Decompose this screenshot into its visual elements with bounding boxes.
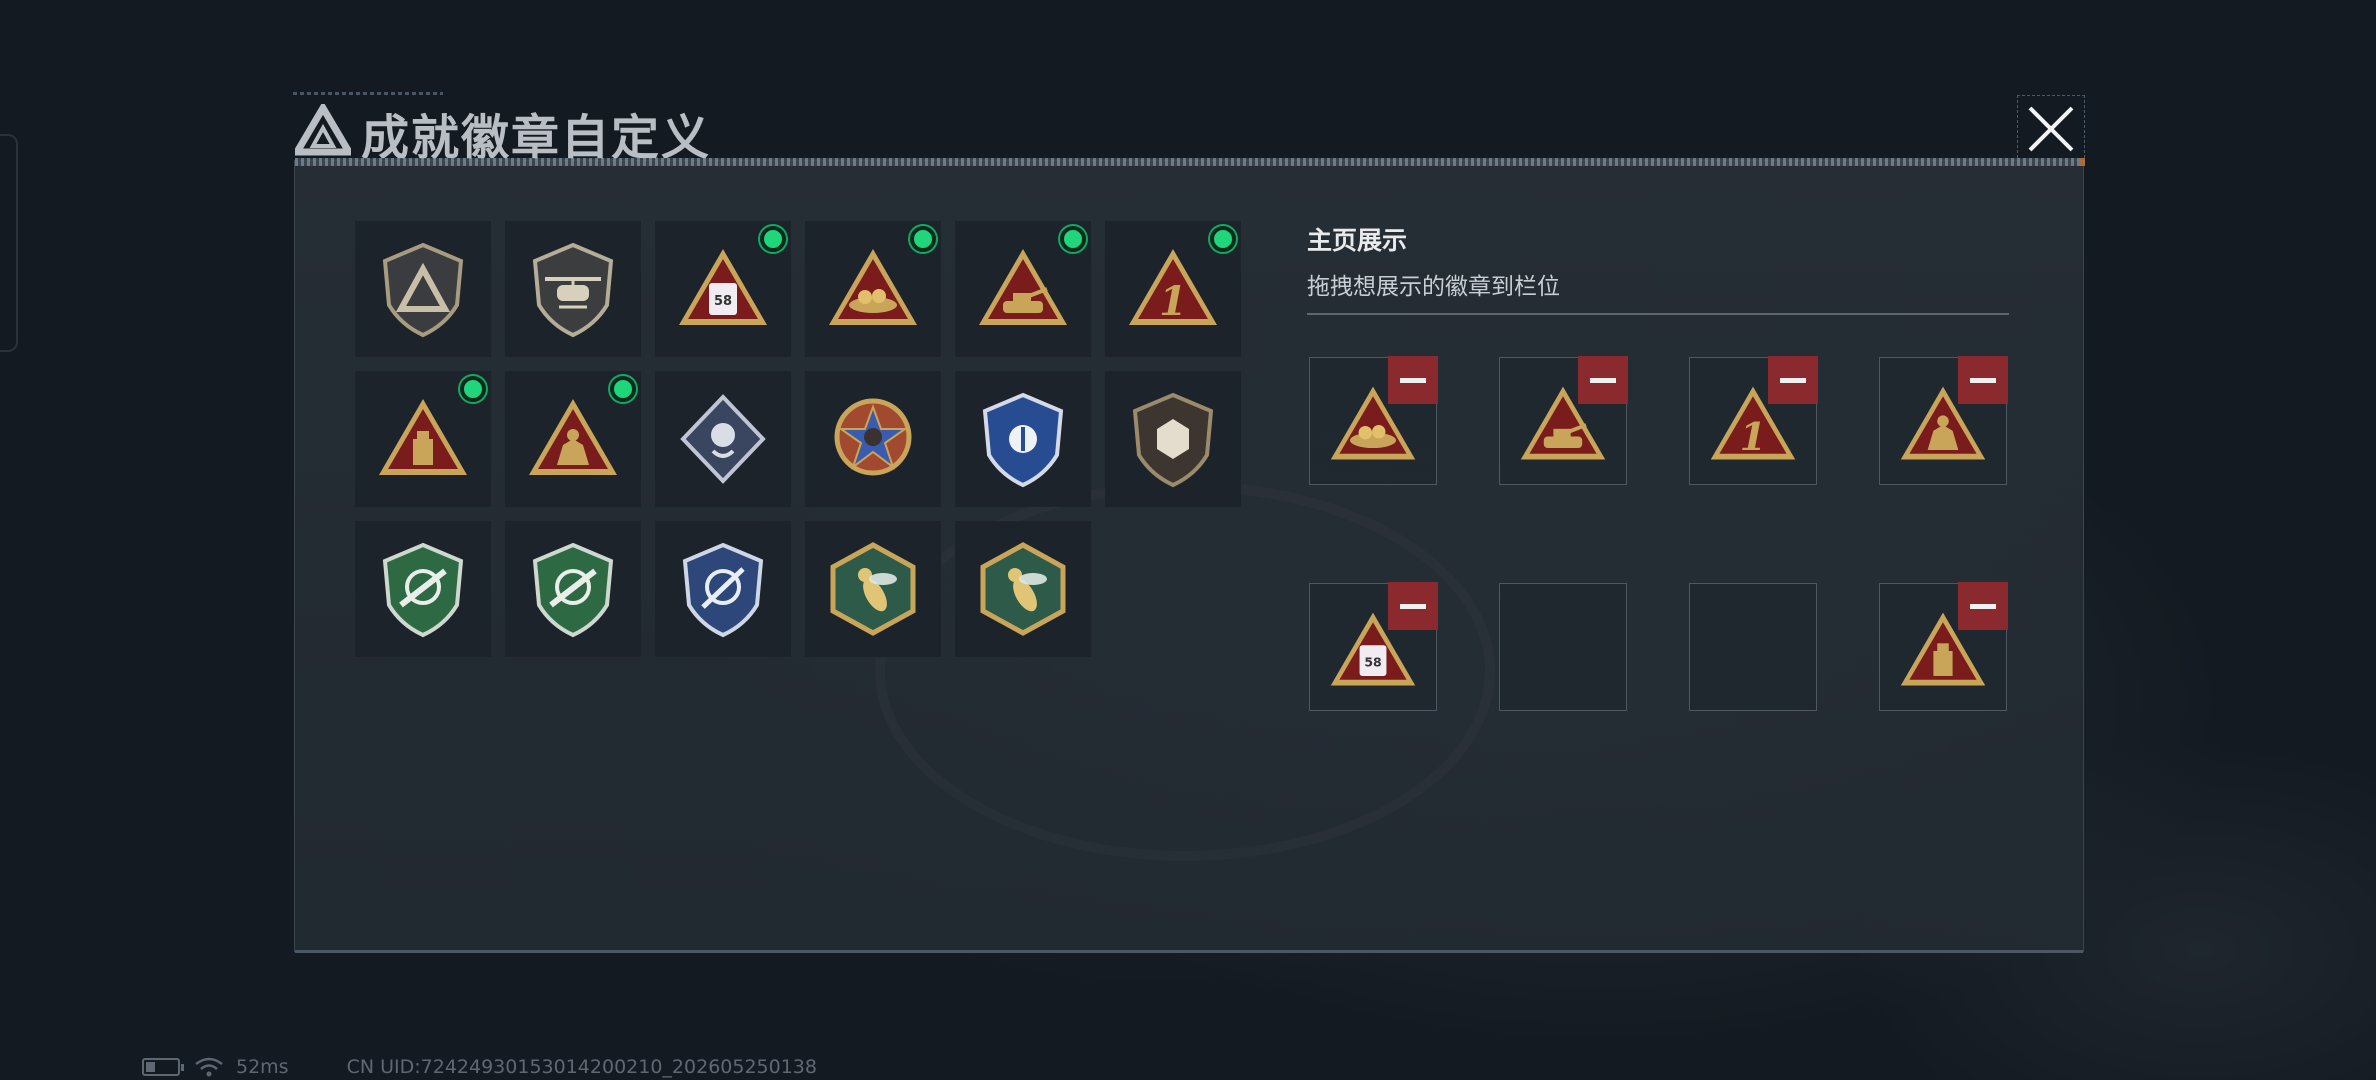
badge-cell[interactable]	[955, 521, 1091, 657]
nest-eggs-triangle-badge-icon	[829, 249, 917, 325]
remove-badge-button[interactable]	[1958, 582, 2008, 630]
svg-text:1: 1	[1159, 278, 1187, 325]
new-indicator-dot	[1210, 226, 1236, 252]
svg-text:58: 58	[1364, 654, 1381, 669]
mech-soldier-triangle-badge-icon	[529, 399, 617, 475]
svg-text:1: 1	[1740, 415, 1767, 460]
minus-icon	[1970, 603, 1996, 609]
remove-badge-button[interactable]	[1578, 356, 1628, 404]
badge-cell[interactable]	[955, 371, 1091, 507]
number-one-triangle-badge-icon: 1	[1129, 249, 1217, 325]
showcase-slot-empty[interactable]	[1499, 583, 1627, 711]
badge-cell[interactable]	[805, 521, 941, 657]
tank-triangle-badge-icon	[979, 249, 1067, 325]
uid-text: CN UID:7242493015301420021​0_20260525013…	[346, 1056, 817, 1078]
blue-shield-badge-icon	[982, 392, 1064, 488]
wasp-hexagon-badge-2-icon	[980, 542, 1066, 636]
showcase-slot-empty[interactable]	[1689, 583, 1817, 711]
showcase-slot-filled[interactable]: 1	[1689, 356, 1818, 485]
panel-bottom-decor	[295, 950, 2083, 953]
new-indicator-dot	[460, 376, 486, 402]
badge-cell[interactable]	[505, 521, 641, 657]
wifi-icon	[195, 1057, 223, 1077]
badge-cell[interactable]: 1	[1105, 221, 1241, 357]
minus-icon	[1400, 603, 1426, 609]
remove-badge-button[interactable]	[1768, 356, 1818, 404]
triangle-logo-icon	[295, 104, 351, 156]
wasp-hexagon-badge-icon	[830, 542, 916, 636]
new-indicator-dot	[1060, 226, 1086, 252]
green-rifle-crosshair-star-badge-icon	[532, 542, 614, 638]
showcase-header: 主页展示 拖拽想展示的徽章到栏位	[1307, 221, 2009, 315]
badge-cell[interactable]	[505, 221, 641, 357]
showcase-slot-filled[interactable]	[1879, 582, 2008, 711]
showcase-slots: 1 58	[1309, 356, 2008, 711]
badge-cell[interactable]	[805, 221, 941, 357]
status-bar: 52ms CN UID:7242493015301420021​0_202605…	[142, 1054, 817, 1080]
blue-knife-crosshair-badge-icon	[682, 542, 764, 638]
new-indicator-dot	[910, 226, 936, 252]
showcase-divider	[1307, 313, 2009, 315]
side-edge-tab	[0, 134, 18, 352]
badge-cell[interactable]	[1105, 371, 1241, 507]
green-rifle-crosshair-badge-icon	[382, 542, 464, 638]
badge-cell[interactable]	[355, 371, 491, 507]
showcase-subtitle: 拖拽想展示的徽章到栏位	[1307, 274, 1560, 300]
badge-cell[interactable]	[355, 221, 491, 357]
badge-cell[interactable]	[655, 371, 791, 507]
usb-drive-triangle-badge-icon	[379, 399, 467, 475]
showcase-slot-filled[interactable]: 58	[1309, 582, 1438, 711]
badge-cell[interactable]	[505, 371, 641, 507]
close-button[interactable]	[2017, 95, 2085, 163]
showcase-slot-filled[interactable]	[1499, 356, 1628, 485]
panel-top-decor	[295, 158, 2085, 166]
bus-58-triangle-badge-icon: 58	[679, 249, 767, 325]
dialog-header: 成就徽章自定义	[283, 92, 2083, 168]
remove-badge-button[interactable]	[1958, 356, 2008, 404]
header-decor-line	[293, 92, 443, 95]
minus-icon	[1970, 377, 1996, 383]
showcase-slot-filled[interactable]	[1879, 356, 2008, 485]
ping-text: 52ms	[236, 1056, 289, 1078]
remove-badge-button[interactable]	[1388, 356, 1438, 404]
badge-cell[interactable]	[355, 521, 491, 657]
minus-icon	[1780, 377, 1806, 383]
badge-cell[interactable]: 58	[655, 221, 791, 357]
triangle-logo-shield-badge-icon	[382, 242, 464, 338]
showcase-title: 主页展示	[1307, 226, 1408, 255]
new-indicator-dot	[610, 376, 636, 402]
minus-icon	[1400, 377, 1426, 383]
minus-icon	[1590, 377, 1616, 383]
dice-shield-badge-icon	[1132, 392, 1214, 488]
new-indicator-dot	[760, 226, 786, 252]
badge-dialog-panel: 58 1 主页展示 拖拽想展示的徽章到栏位 1 58	[294, 158, 2085, 953]
star-medal-badge-icon	[834, 398, 912, 476]
battery-icon	[142, 1058, 184, 1076]
badge-cell[interactable]	[805, 371, 941, 507]
svg-text:58: 58	[714, 294, 732, 309]
badge-cell[interactable]	[955, 221, 1091, 357]
badge-inventory-grid: 58 1	[355, 221, 1241, 657]
showcase-slot-filled[interactable]	[1309, 356, 1438, 485]
remove-badge-button[interactable]	[1388, 582, 1438, 630]
helicopter-shield-badge-icon	[532, 242, 614, 338]
rose-diamond-badge-icon	[680, 394, 766, 484]
close-icon	[2028, 106, 2074, 152]
badge-cell[interactable]	[655, 521, 791, 657]
